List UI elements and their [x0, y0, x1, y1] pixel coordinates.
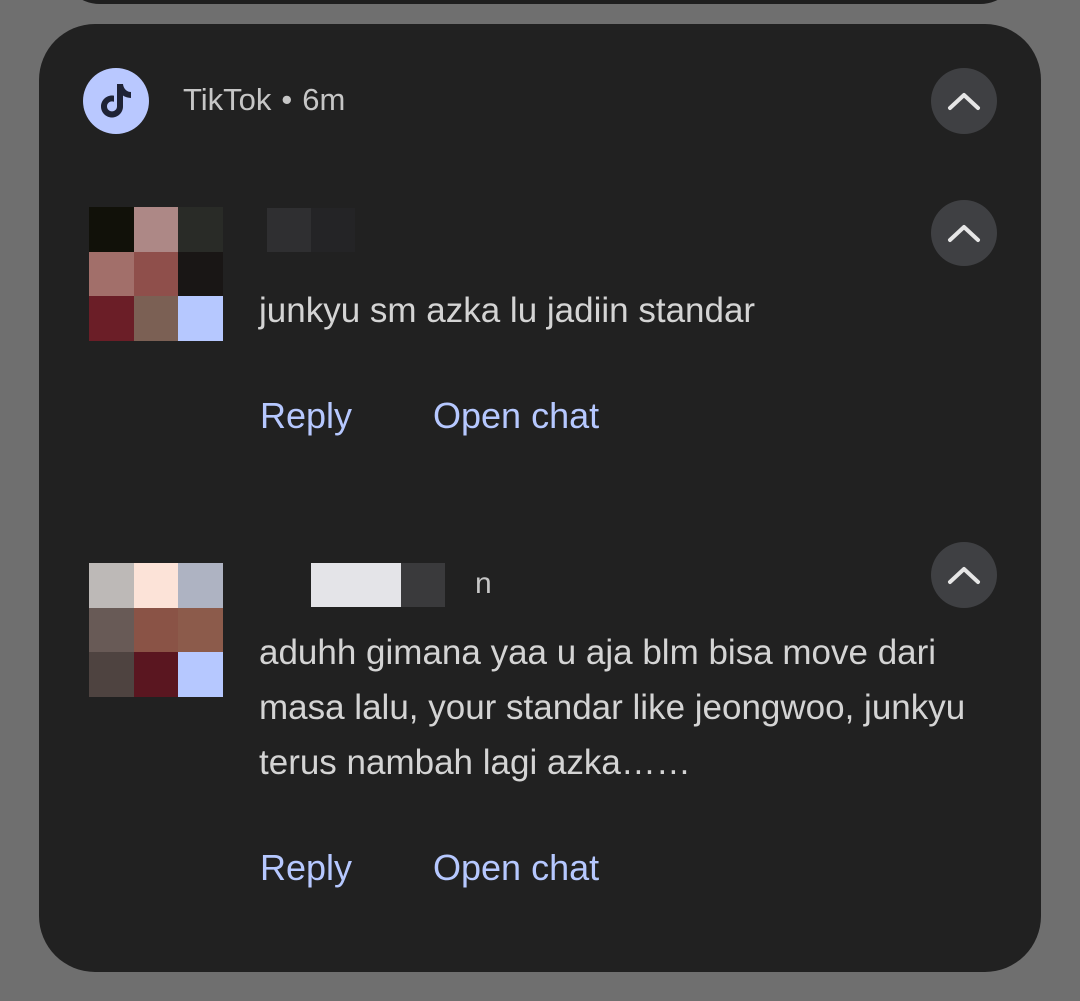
- sender-name-redacted: [267, 208, 311, 252]
- avatar-pixel: [89, 207, 134, 252]
- app-name-label: TikTok: [183, 82, 272, 117]
- avatar-pixel: [89, 563, 134, 608]
- sender-name-redacted: [401, 563, 445, 607]
- avatar-pixel: [89, 607, 134, 653]
- previous-notification-edge: [60, 0, 1020, 4]
- avatar-pixel: [89, 296, 134, 341]
- avatar-pixel: [89, 652, 134, 697]
- chevron-up-icon: [948, 567, 980, 584]
- chevron-up-icon: [948, 93, 980, 110]
- avatar-pixel: [178, 607, 223, 653]
- avatar-pixel: [178, 207, 223, 252]
- message-text: junkyu sm azka lu jadiin standar: [259, 291, 756, 330]
- open-chat-button[interactable]: Open chat: [433, 847, 599, 889]
- avatar-pixel: [178, 652, 223, 697]
- chevron-up-icon: [948, 225, 980, 242]
- expand-message-button[interactable]: [931, 200, 997, 266]
- expand-message-button[interactable]: [931, 542, 997, 608]
- avatar-pixel: [133, 251, 179, 297]
- notification-header: TikTok • 6m: [183, 82, 345, 118]
- avatar-pixel: [133, 607, 179, 653]
- avatar-pixel: [133, 563, 179, 608]
- open-chat-button[interactable]: Open chat: [433, 395, 599, 437]
- separator-dot: •: [281, 82, 293, 117]
- avatar-badge: [180, 297, 224, 353]
- avatar-pixel: [133, 296, 179, 341]
- avatar-pixel: [89, 251, 134, 297]
- sender-name-suffix: n: [475, 567, 492, 600]
- notification-card[interactable]: [39, 24, 1041, 972]
- notification-time: 6m: [302, 82, 346, 117]
- tiktok-icon: [83, 68, 149, 134]
- collapse-notification-button[interactable]: [931, 68, 997, 134]
- avatar-pixel: [178, 563, 223, 608]
- avatar-pixel: [133, 207, 179, 252]
- sender-name-redacted: [311, 208, 355, 252]
- reply-button[interactable]: Reply: [260, 847, 352, 889]
- sender-avatar: [89, 563, 223, 697]
- reply-button[interactable]: Reply: [260, 395, 352, 437]
- message-text: aduhh gimana yaa u aja blm bisa move dar…: [259, 633, 966, 782]
- sender-name-redacted: [311, 563, 401, 607]
- avatar-pixel: [133, 652, 179, 697]
- avatar-pixel: [178, 251, 223, 297]
